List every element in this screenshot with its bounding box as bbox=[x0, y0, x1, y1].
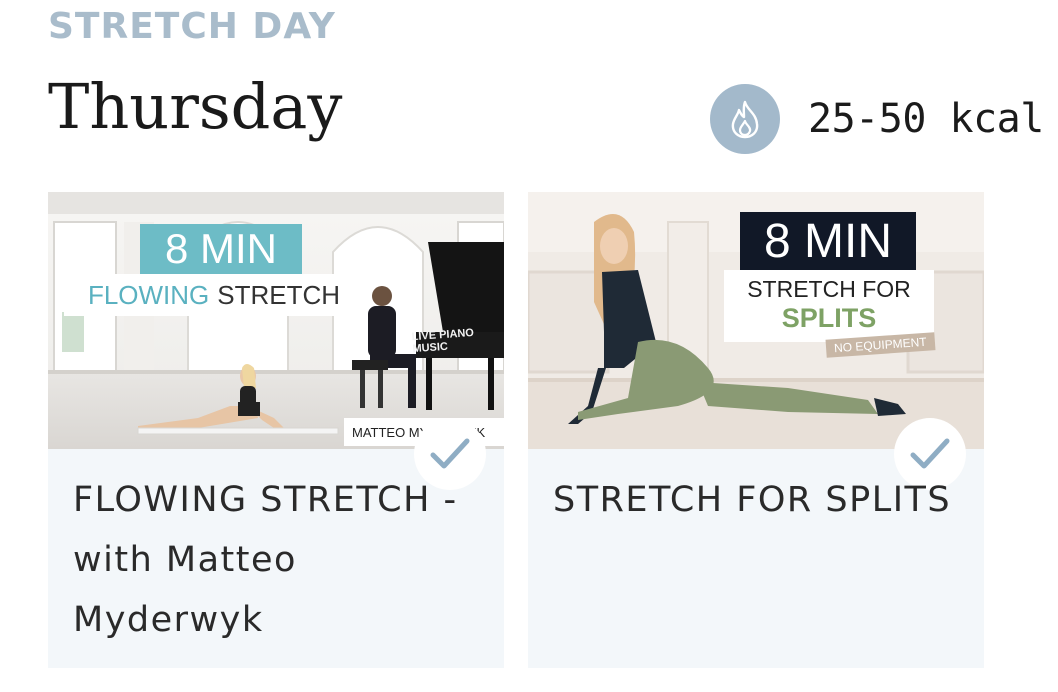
thumbnail-caption-main: STRETCH bbox=[217, 279, 341, 310]
day-title: Thursday bbox=[48, 70, 343, 143]
workout-title: STRETCH FOR SPLITS bbox=[553, 480, 952, 520]
thumbnail-caption: FLOWING STRETCH bbox=[64, 274, 364, 316]
thumbnail-caption-accent: SPLITS bbox=[781, 303, 877, 333]
duration-label: 8 MIN bbox=[740, 212, 916, 270]
workout-card-flowing-stretch[interactable]: 8 MIN FLOWING STRETCH LIVE PIANO MUSIC M… bbox=[48, 192, 504, 668]
duration-label: 8 MIN bbox=[140, 224, 302, 274]
thumbnail-caption-accent: FLOWING bbox=[87, 279, 210, 310]
workout-thumbnail[interactable]: 8 MIN STRETCH FOR SPLITS NO EQUIPMENT bbox=[528, 192, 984, 449]
workout-card-stretch-for-splits[interactable]: 8 MIN STRETCH FOR SPLITS NO EQUIPMENT ST… bbox=[528, 192, 984, 668]
thumbnail-caption: STRETCH FOR SPLITS bbox=[724, 270, 934, 342]
calorie-value: 25-50 kcal bbox=[808, 96, 1044, 142]
workout-title: FLOWING STRETCH - with Matteo Myderwyk bbox=[73, 480, 458, 640]
section-kicker: STRETCH DAY bbox=[48, 6, 336, 47]
flame-icon bbox=[710, 84, 780, 154]
workout-thumbnail[interactable]: 8 MIN FLOWING STRETCH LIVE PIANO MUSIC M… bbox=[48, 192, 504, 449]
calorie-estimate: 25-50 kcal bbox=[710, 84, 1044, 154]
thumbnail-caption-main: STRETCH FOR bbox=[747, 276, 911, 302]
